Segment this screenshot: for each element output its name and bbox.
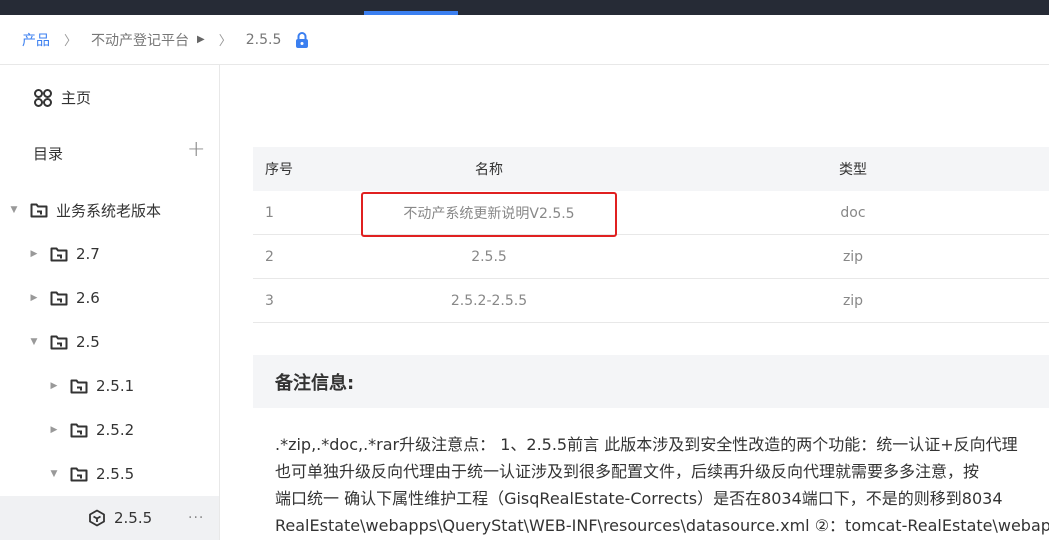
remark-content: .*zip,.*doc,.*rar升级注意点： 1、2.5.5前言 此版本涉及到… (275, 431, 1049, 539)
row-type: doc (840, 204, 866, 221)
tree-item-label: 2.5 (76, 333, 100, 351)
tree-item-2-5-2[interactable]: ▶ 2.5.2 (48, 408, 135, 452)
tree-item-2-6[interactable]: ▶ 2.6 (28, 276, 100, 320)
caret-right-icon[interactable]: ▶ (28, 293, 40, 303)
caret-right-icon[interactable]: ▶ (48, 425, 60, 435)
row-index: 3 (265, 292, 274, 309)
tree-item-label: 2.7 (76, 245, 100, 263)
folder-icon (50, 246, 68, 262)
chevron-right-icon: 〉 (218, 34, 232, 49)
header-name: 名称 (475, 162, 503, 178)
table-row[interactable]: 1 不动产系统更新说明V2.5.5 doc (253, 191, 1049, 235)
tree-item-label: 2.5.5 (96, 465, 135, 483)
home-link[interactable]: 主页 (33, 87, 91, 108)
breadcrumb-platform[interactable]: 不动产登记平台 (91, 30, 189, 50)
header-index: 序号 (265, 162, 293, 178)
caret-right-icon[interactable]: ▶ (28, 249, 40, 259)
chevron-right-icon: 〉 (64, 34, 78, 49)
remark-line: 端口统一 确认下属性维护工程（GisqRealEstate-Corrects）是… (275, 489, 1003, 508)
home-label: 主页 (61, 89, 92, 107)
table-header: 序号 名称 类型 (253, 147, 1049, 191)
folder-icon (70, 422, 88, 438)
folder-icon (70, 466, 88, 482)
caret-right-icon[interactable]: ▶ (197, 34, 205, 45)
row-index: 2 (265, 248, 274, 265)
tree-item-label: 2.6 (76, 289, 100, 307)
top-nav-bar (0, 0, 1049, 15)
row-name[interactable]: 2.5.2-2.5.5 (323, 293, 655, 309)
folder-icon (70, 378, 88, 394)
row-name[interactable]: 2.5.5 (323, 249, 655, 265)
add-icon[interactable]: + (187, 139, 205, 161)
tree-item-2-7[interactable]: ▶ 2.7 (28, 232, 100, 276)
row-index: 1 (265, 204, 274, 221)
row-type: zip (842, 248, 864, 265)
table-row[interactable]: 2 2.5.5 zip (253, 235, 1049, 279)
header-type: 类型 (839, 162, 867, 178)
remark-line: .*zip,.*doc,.*rar升级注意点： 1、2.5.5前言 此版本涉及到… (275, 435, 1018, 454)
folder-icon (50, 334, 68, 350)
tree-item-label: 2.5.5 (114, 509, 153, 527)
main-content: 序号 名称 类型 1 不动产系统更新说明V2.5.5 doc 2 2.5.5 z… (220, 65, 1049, 540)
caret-down-icon[interactable]: ▼ (48, 469, 60, 479)
tree-item-2-5-5-selected[interactable]: 2.5.5 ··· (0, 496, 219, 540)
tree-item-label: 2.5.2 (96, 421, 135, 439)
remark-title: 备注信息: (253, 355, 1049, 408)
caret-down-icon[interactable]: ▼ (28, 337, 40, 347)
folder-icon (50, 290, 68, 306)
tree-item-label: 2.5.1 (96, 377, 135, 395)
tree-item-2-5[interactable]: ▼ 2.5 (28, 320, 100, 364)
sidebar: 主页 目录 + ▼ 业务系统老版本 ▶ 2.7 ▶ 2.6 ▼ 2.5 ▶ 2.… (0, 65, 220, 540)
tree-item-legacy[interactable]: ▼ 业务系统老版本 (8, 188, 161, 232)
folder-icon (30, 202, 48, 218)
breadcrumb: 产品 〉 不动产登记平台 ▶ 〉 2.5.5 (0, 15, 1049, 65)
cube-icon (88, 509, 106, 527)
row-type: zip (842, 292, 864, 309)
table-row[interactable]: 3 2.5.2-2.5.5 zip (253, 279, 1049, 323)
row-name[interactable]: 不动产系统更新说明V2.5.5 (323, 203, 655, 223)
file-table: 序号 名称 类型 1 不动产系统更新说明V2.5.5 doc 2 2.5.5 z… (253, 147, 1049, 323)
caret-right-icon[interactable]: ▶ (48, 381, 60, 391)
catalog-title: 目录 (33, 145, 64, 163)
lock-icon[interactable] (295, 31, 309, 48)
tree-item-2-5-5-folder[interactable]: ▼ 2.5.5 (48, 452, 135, 496)
breadcrumb-product[interactable]: 产品 (22, 30, 50, 50)
tree-item-2-5-1[interactable]: ▶ 2.5.1 (48, 364, 135, 408)
caret-down-icon[interactable]: ▼ (8, 205, 20, 215)
home-icon (34, 88, 52, 107)
more-icon[interactable]: ··· (188, 510, 204, 526)
remark-line: 也可单独升级反向代理由于统一认证涉及到很多配置文件，后续再升级反向代理就需要多多… (275, 462, 980, 481)
breadcrumb-version: 2.5.5 (245, 31, 282, 48)
tree-item-label: 业务系统老版本 (56, 201, 162, 220)
remark-line: RealEstate\webapps\QueryStat\WEB-INF\res… (275, 516, 1049, 535)
